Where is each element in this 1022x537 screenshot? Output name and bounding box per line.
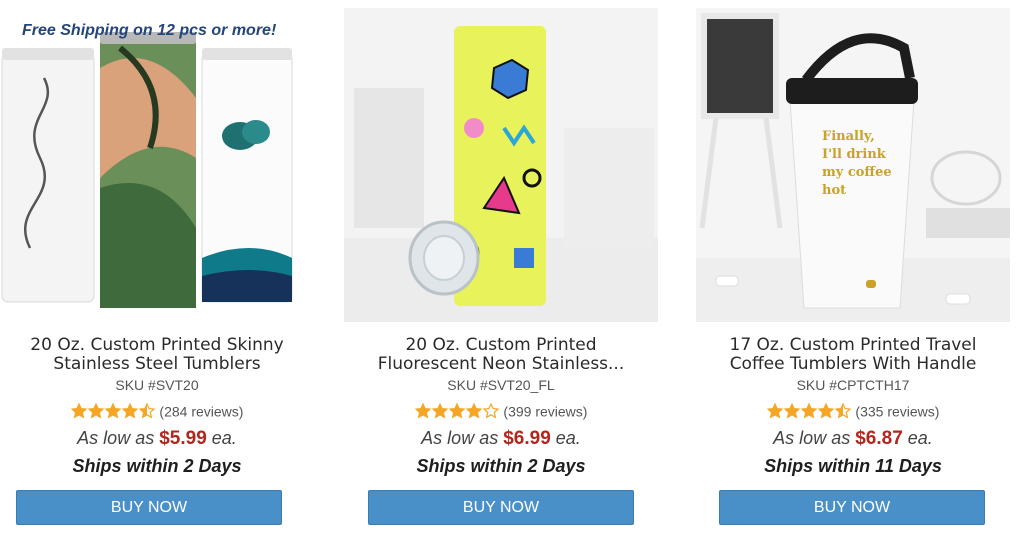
product-title[interactable]: 17 Oz. Custom Printed Travel Coffee Tumb… [696, 336, 1010, 374]
tumblers-photo [0, 8, 314, 322]
product-rating: (335 reviews) [696, 402, 1010, 419]
product-image[interactable] [344, 8, 658, 322]
shipping-time: Ships within 2 Days [416, 456, 586, 476]
buy-now-button[interactable]: BUY NOW [368, 490, 634, 525]
title-line-2: Coffee Tumblers With Handle [729, 355, 977, 374]
price-suffix: ea. [555, 428, 581, 448]
neon-tumbler-photo [344, 8, 658, 322]
product-card: 20 Oz. Custom Printed Fluorescent Neon S… [344, 0, 674, 537]
review-count[interactable]: (284 reviews) [159, 403, 243, 419]
svg-text:my coffee: my coffee [822, 165, 892, 180]
title-line-1: 20 Oz. Custom Printed Skinny [30, 335, 284, 355]
price-suffix: ea. [907, 428, 933, 448]
product-grid: Free Shipping on 12 pcs or more! 20 Oz. … [0, 0, 1022, 537]
price-prefix: As low as [77, 428, 155, 448]
star-rating-icon [70, 402, 156, 419]
title-line-1: 17 Oz. Custom Printed Travel [729, 335, 977, 355]
free-shipping-banner: Free Shipping on 12 pcs or more! [22, 22, 277, 39]
review-count[interactable]: (399 reviews) [503, 403, 587, 419]
price-amount: $6.99 [503, 428, 551, 449]
product-image[interactable]: Finally, I'll drink my coffee hot [696, 8, 1010, 322]
review-count[interactable]: (335 reviews) [855, 403, 939, 419]
title-line-2: Stainless Steel Tumblers [53, 355, 261, 374]
shipping-time: Ships within 11 Days [764, 456, 942, 476]
product-price: As low as $6.87 ea. [696, 428, 1010, 450]
svg-text:I'll drink: I'll drink [822, 147, 887, 162]
product-rating: (399 reviews) [344, 402, 658, 419]
travel-tumbler-photo: Finally, I'll drink my coffee hot [696, 8, 1010, 322]
star-rating-icon [414, 402, 500, 419]
product-card: Free Shipping on 12 pcs or more! 20 Oz. … [0, 0, 322, 537]
product-image[interactable] [0, 8, 314, 322]
product-title[interactable]: 20 Oz. Custom Printed Skinny Stainless S… [0, 336, 314, 374]
buy-now-button[interactable]: BUY NOW [16, 490, 282, 525]
product-sku: SKU #CPTCTH17 [796, 377, 910, 393]
product-card: Finally, I'll drink my coffee hot 17 Oz.… [696, 0, 1022, 537]
product-sku: SKU #SVT20_FL [447, 377, 555, 393]
product-sku: SKU #SVT20 [115, 377, 199, 393]
buy-now-button[interactable]: BUY NOW [719, 490, 985, 525]
title-line-2: Fluorescent Neon Stainless... [377, 355, 625, 374]
price-suffix: ea. [211, 428, 237, 448]
shipping-time: Ships within 2 Days [72, 456, 242, 476]
title-line-1: 20 Oz. Custom Printed [405, 335, 597, 355]
star-rating-icon [766, 402, 852, 419]
price-prefix: As low as [773, 428, 851, 448]
product-price: As low as $5.99 ea. [0, 428, 314, 450]
svg-text:hot: hot [822, 183, 846, 198]
product-price: As low as $6.99 ea. [344, 428, 658, 450]
price-prefix: As low as [421, 428, 499, 448]
price-amount: $5.99 [159, 428, 207, 449]
svg-text:Finally,: Finally, [822, 129, 875, 144]
price-amount: $6.87 [855, 428, 903, 449]
product-rating: (284 reviews) [0, 402, 314, 419]
product-title[interactable]: 20 Oz. Custom Printed Fluorescent Neon S… [344, 336, 658, 374]
